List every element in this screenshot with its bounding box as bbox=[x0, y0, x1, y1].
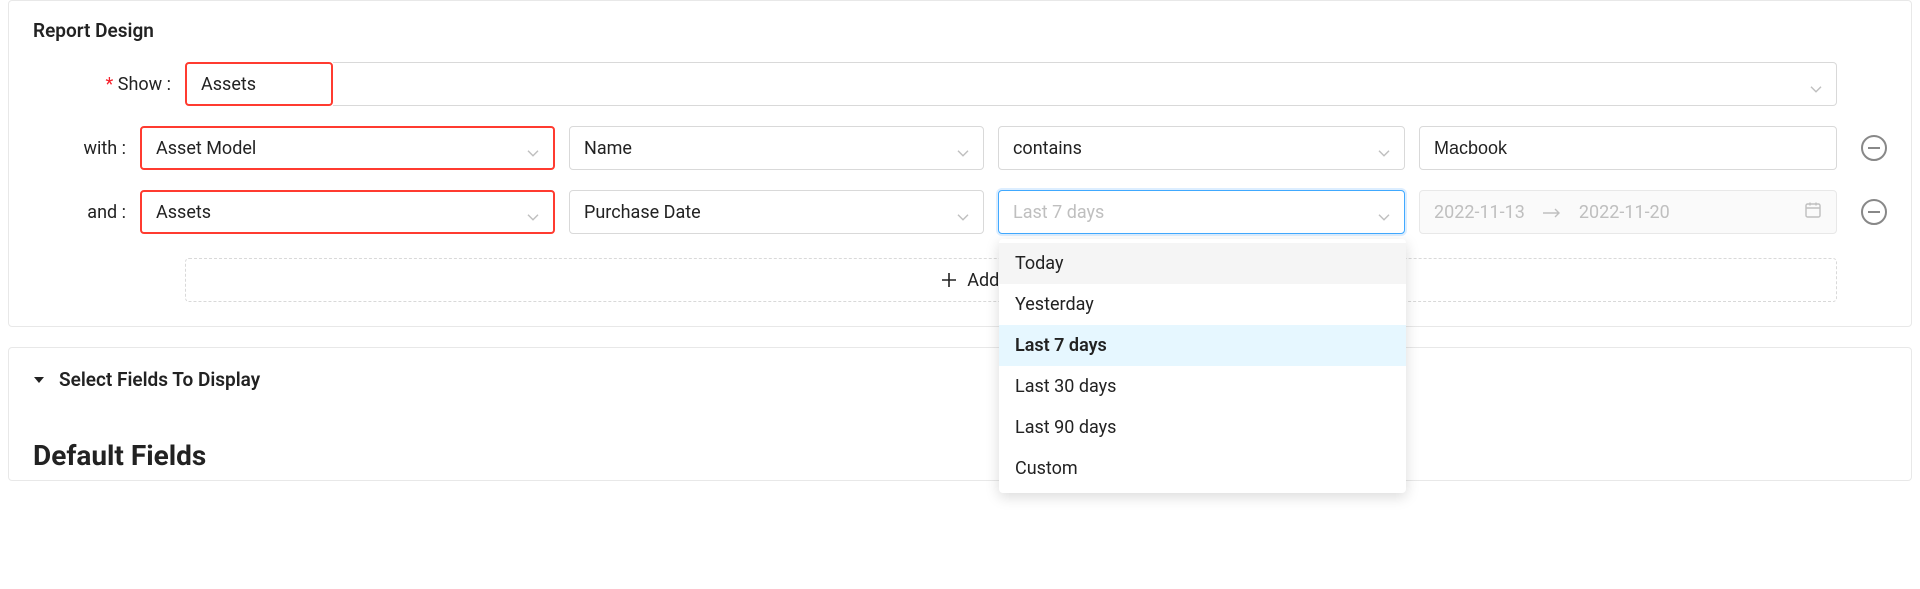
operator-dropdown: TodayYesterdayLast 7 daysLast 30 daysLas… bbox=[999, 239, 1406, 493]
cond1-date-range[interactable]: 2022-11-13 2022-11-20 bbox=[1419, 190, 1837, 234]
cond0-source-value: Asset Model bbox=[156, 138, 256, 159]
with-label: with bbox=[9, 138, 140, 159]
show-source-value: Assets bbox=[201, 74, 256, 95]
condition-row-1: and Assets Purchase Date Last 7 days bbox=[9, 180, 1911, 244]
cond0-operator-value: contains bbox=[1013, 138, 1082, 159]
plus-icon bbox=[941, 272, 957, 288]
cond0-source-select[interactable]: Asset Model bbox=[140, 126, 555, 170]
dropdown-option[interactable]: Custom bbox=[999, 448, 1406, 489]
show-label: Show bbox=[9, 74, 185, 95]
caret-down-icon bbox=[33, 374, 45, 386]
cond1-field-value: Purchase Date bbox=[584, 202, 701, 223]
cond1-source-value: Assets bbox=[156, 202, 211, 223]
select-fields-label: Select Fields To Display bbox=[59, 368, 260, 391]
dropdown-option[interactable]: Yesterday bbox=[999, 284, 1406, 325]
show-source-select[interactable]: Assets bbox=[185, 62, 333, 106]
chevron-down-icon bbox=[527, 143, 539, 155]
cond1-operator-select[interactable]: Last 7 days bbox=[998, 190, 1405, 234]
dropdown-option[interactable]: Today bbox=[999, 243, 1406, 284]
chevron-down-icon bbox=[1810, 79, 1822, 91]
default-fields-heading: Default Fields bbox=[33, 439, 1887, 480]
show-row: Show Assets bbox=[9, 52, 1911, 116]
cond0-operator-select[interactable]: contains bbox=[998, 126, 1405, 170]
chevron-down-icon bbox=[1378, 207, 1390, 219]
cond1-operator-placeholder: Last 7 days bbox=[1013, 202, 1104, 223]
select-fields-toggle[interactable]: Select Fields To Display bbox=[33, 368, 1887, 391]
chevron-down-icon bbox=[957, 143, 969, 155]
chevron-down-icon bbox=[957, 207, 969, 219]
cond0-value-input[interactable] bbox=[1419, 126, 1837, 170]
chevron-down-icon bbox=[527, 207, 539, 219]
arrow-right-icon bbox=[1543, 202, 1561, 223]
remove-condition-button-1[interactable] bbox=[1861, 199, 1887, 225]
cond1-field-select[interactable]: Purchase Date bbox=[569, 190, 984, 234]
calendar-icon bbox=[1804, 201, 1822, 224]
select-fields-section: Select Fields To Display Default Fields bbox=[8, 347, 1912, 481]
panel-title: Report Design bbox=[9, 19, 1911, 52]
date-start: 2022-11-13 bbox=[1434, 202, 1525, 223]
cond1-source-select[interactable]: Assets bbox=[140, 190, 555, 234]
show-entity-select[interactable] bbox=[333, 62, 1837, 106]
dropdown-option[interactable]: Last 90 days bbox=[999, 407, 1406, 448]
chevron-down-icon bbox=[1378, 143, 1390, 155]
date-end: 2022-11-20 bbox=[1579, 202, 1670, 223]
dropdown-option[interactable]: Last 30 days bbox=[999, 366, 1406, 407]
condition-row-0: with Asset Model Name contains bbox=[9, 116, 1911, 180]
cond0-field-select[interactable]: Name bbox=[569, 126, 984, 170]
remove-condition-button-0[interactable] bbox=[1861, 135, 1887, 161]
report-design-panel: Report Design Show Assets with Asset Mod… bbox=[8, 0, 1912, 327]
dropdown-option[interactable]: Last 7 days bbox=[999, 325, 1406, 366]
and-label: and bbox=[9, 202, 140, 223]
cond0-field-value: Name bbox=[584, 138, 632, 159]
